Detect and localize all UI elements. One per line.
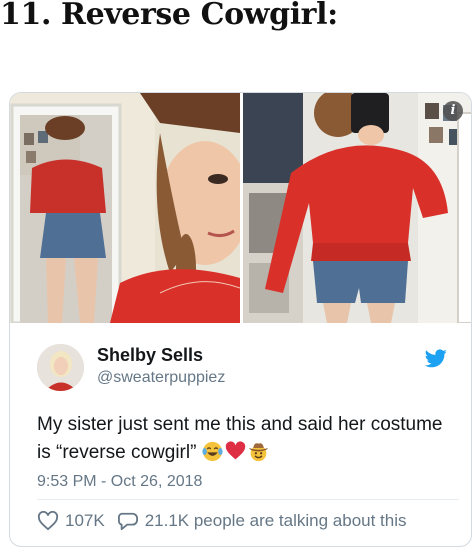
face-with-tears-of-joy-emoji xyxy=(202,441,223,462)
tweet-photo-right[interactable]: i xyxy=(243,93,471,323)
tweet-actions: 107K 21.1K people are talking about this xyxy=(37,509,407,533)
reply-button[interactable]: 21.1K people are talking about this xyxy=(117,511,407,531)
selfie-fullbody-image xyxy=(243,93,471,323)
selfie-closeup-image xyxy=(10,93,240,323)
speech-bubble-icon xyxy=(117,512,138,531)
avatar-image xyxy=(37,344,84,391)
display-name[interactable]: Shelby Sells xyxy=(97,345,203,366)
user-handle[interactable]: @sweaterpuppiez xyxy=(97,369,225,387)
like-count: 107K xyxy=(65,511,105,530)
heart-outline-icon xyxy=(37,511,59,531)
embedded-tweet-card[interactable]: i Shelby Sells @sweaterpuppiez My sister… xyxy=(9,92,472,547)
twitter-bird-icon[interactable] xyxy=(425,349,447,368)
cowboy-hat-face-emoji xyxy=(248,443,268,462)
tweet-timestamp[interactable]: 9:53 PM - Oct 26, 2018 xyxy=(37,473,202,491)
article-heading: 11. Reverse Cowgirl: xyxy=(0,0,338,32)
like-button[interactable]: 107K xyxy=(37,511,105,531)
red-heart-emoji xyxy=(225,441,245,460)
divider xyxy=(37,499,459,500)
avatar[interactable] xyxy=(37,344,84,391)
conversation-count: 21.1K people are talking about this xyxy=(144,511,407,530)
tweet-text: My sister just sent me this and said her… xyxy=(37,411,457,467)
tweet-media[interactable]: i xyxy=(10,93,471,323)
tweet-photo-left[interactable] xyxy=(10,93,240,323)
info-icon[interactable]: i xyxy=(443,101,463,121)
